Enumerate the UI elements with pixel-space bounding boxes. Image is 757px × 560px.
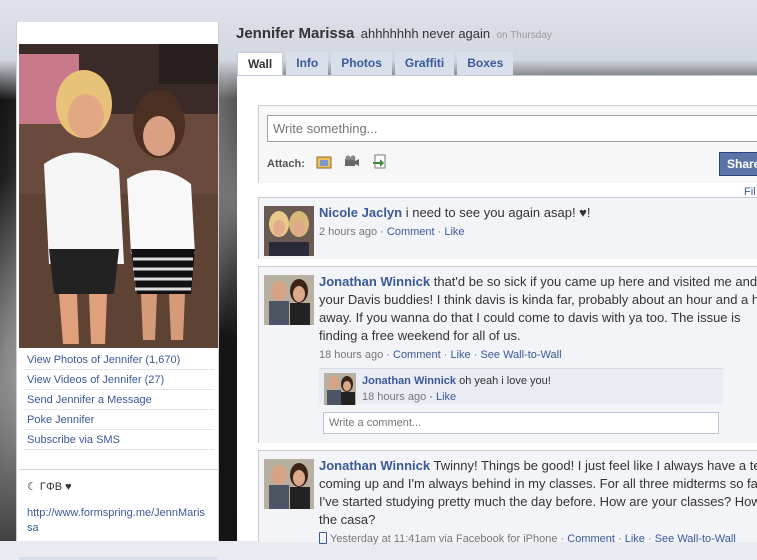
wall-post: Jonathan Winnick that'd be so sick if yo… — [258, 266, 757, 443]
tab-boxes[interactable]: Boxes — [457, 52, 514, 75]
write-something-input[interactable] — [267, 115, 757, 142]
post-time: 18 hours ago — [319, 349, 384, 361]
post-time: 2 hours ago — [319, 226, 378, 238]
post-author-link[interactable]: Nicole Jaclyn — [319, 205, 402, 220]
comment-link[interactable]: Comment — [393, 349, 441, 361]
tab-photos[interactable]: Photos — [331, 52, 392, 75]
tab-wall[interactable]: Wall — [237, 52, 284, 76]
profile-header: Jennifer Marissa ahhhhhhh never again on… — [236, 25, 552, 42]
formspring-link[interactable]: http://www.formspring.me/JennMarissa — [27, 507, 205, 534]
post-author-avatar[interactable] — [264, 206, 314, 256]
comment-time: 18 hours ago — [362, 391, 427, 403]
status-text: ahhhhhhh never again — [360, 26, 491, 41]
mobile-icon — [319, 532, 327, 544]
post-body: Nicole Jaclyn i need to see you again as… — [319, 204, 757, 240]
post-meta: 18 hours ago · Comment · Like · See Wall… — [319, 349, 562, 361]
comment-text: oh yeah i love you! — [456, 375, 551, 387]
post-body: Jonathan Winnick Twinny! Things be good!… — [319, 457, 757, 547]
comment-author-link[interactable]: Jonathan Winnick — [362, 375, 456, 387]
like-link[interactable]: Like — [450, 349, 470, 361]
post-author-link[interactable]: Jonathan Winnick — [319, 274, 430, 289]
write-comment-input[interactable] — [323, 412, 719, 434]
comment-author-avatar[interactable] — [324, 373, 356, 405]
wall-post: Jonathan Winnick Twinny! Things be good!… — [258, 450, 757, 545]
post-body: Jonathan Winnick that'd be so sick if yo… — [319, 273, 757, 363]
post-author-link[interactable]: Jonathan Winnick — [319, 458, 430, 473]
left-column: View Photos of Jennifer (1,670) View Vid… — [16, 22, 219, 560]
post-time: Yesterday at 11:41am via Facebook for iP… — [330, 533, 558, 545]
post-author-avatar[interactable] — [264, 275, 314, 325]
send-message-link[interactable]: Send Jennifer a Message — [24, 390, 214, 410]
like-link[interactable]: Like — [625, 533, 645, 545]
view-videos-link[interactable]: View Videos of Jennifer (27) — [24, 370, 214, 390]
view-photos-link[interactable]: View Photos of Jennifer (1,670) — [24, 350, 214, 370]
wall-panel: Attach: Share Fil — [237, 75, 757, 545]
wall-post: Nicole Jaclyn i need to see you again as… — [258, 197, 757, 259]
post-author-avatar[interactable] — [264, 459, 314, 509]
poke-link[interactable]: Poke Jennifer — [24, 410, 214, 430]
status-time: on Thursday — [496, 30, 552, 41]
profile-tabs: Wall Info Photos Graffiti Boxes — [237, 52, 516, 76]
share-button[interactable]: Share — [719, 152, 757, 176]
comment-link[interactable]: Comment — [567, 533, 615, 545]
video-attach-icon[interactable] — [344, 154, 360, 170]
profile-actions: View Photos of Jennifer (1,670) View Vid… — [24, 350, 214, 450]
profile-name: Jennifer Marissa — [236, 25, 355, 42]
post-text: i need to see you again asap! ♥! — [402, 205, 591, 220]
bio-box: ☾ ΓΦΒ ♥ http://www.formspring.me/JennMar… — [19, 469, 218, 539]
subscribe-sms-link[interactable]: Subscribe via SMS — [24, 430, 214, 450]
profile-picture[interactable] — [19, 44, 218, 348]
tab-graffiti[interactable]: Graffiti — [394, 52, 455, 75]
comment-body: Jonathan Winnick oh yeah i love you! 18 … — [362, 375, 551, 403]
tab-info[interactable]: Info — [286, 52, 329, 75]
wall-to-wall-link[interactable]: See Wall-to-Wall — [480, 349, 561, 361]
attach-label: Attach: — [267, 158, 305, 170]
bio-text: ☾ ΓΦΒ ♥ — [27, 481, 72, 493]
comment-link[interactable]: Comment — [387, 226, 435, 238]
post-meta: Yesterday at 11:41am via Facebook for iP… — [319, 531, 757, 547]
wall-publisher: Attach: Share — [258, 105, 757, 183]
comment-like-link[interactable]: Like — [436, 391, 456, 403]
post-meta: 2 hours ago · Comment · Like — [319, 226, 465, 238]
like-link[interactable]: Like — [444, 226, 464, 238]
comment: Jonathan Winnick oh yeah i love you! 18 … — [319, 368, 723, 405]
photo-attach-icon[interactable] — [316, 154, 332, 170]
link-attach-icon[interactable] — [372, 154, 388, 170]
wall-to-wall-link[interactable]: See Wall-to-Wall — [655, 533, 736, 545]
